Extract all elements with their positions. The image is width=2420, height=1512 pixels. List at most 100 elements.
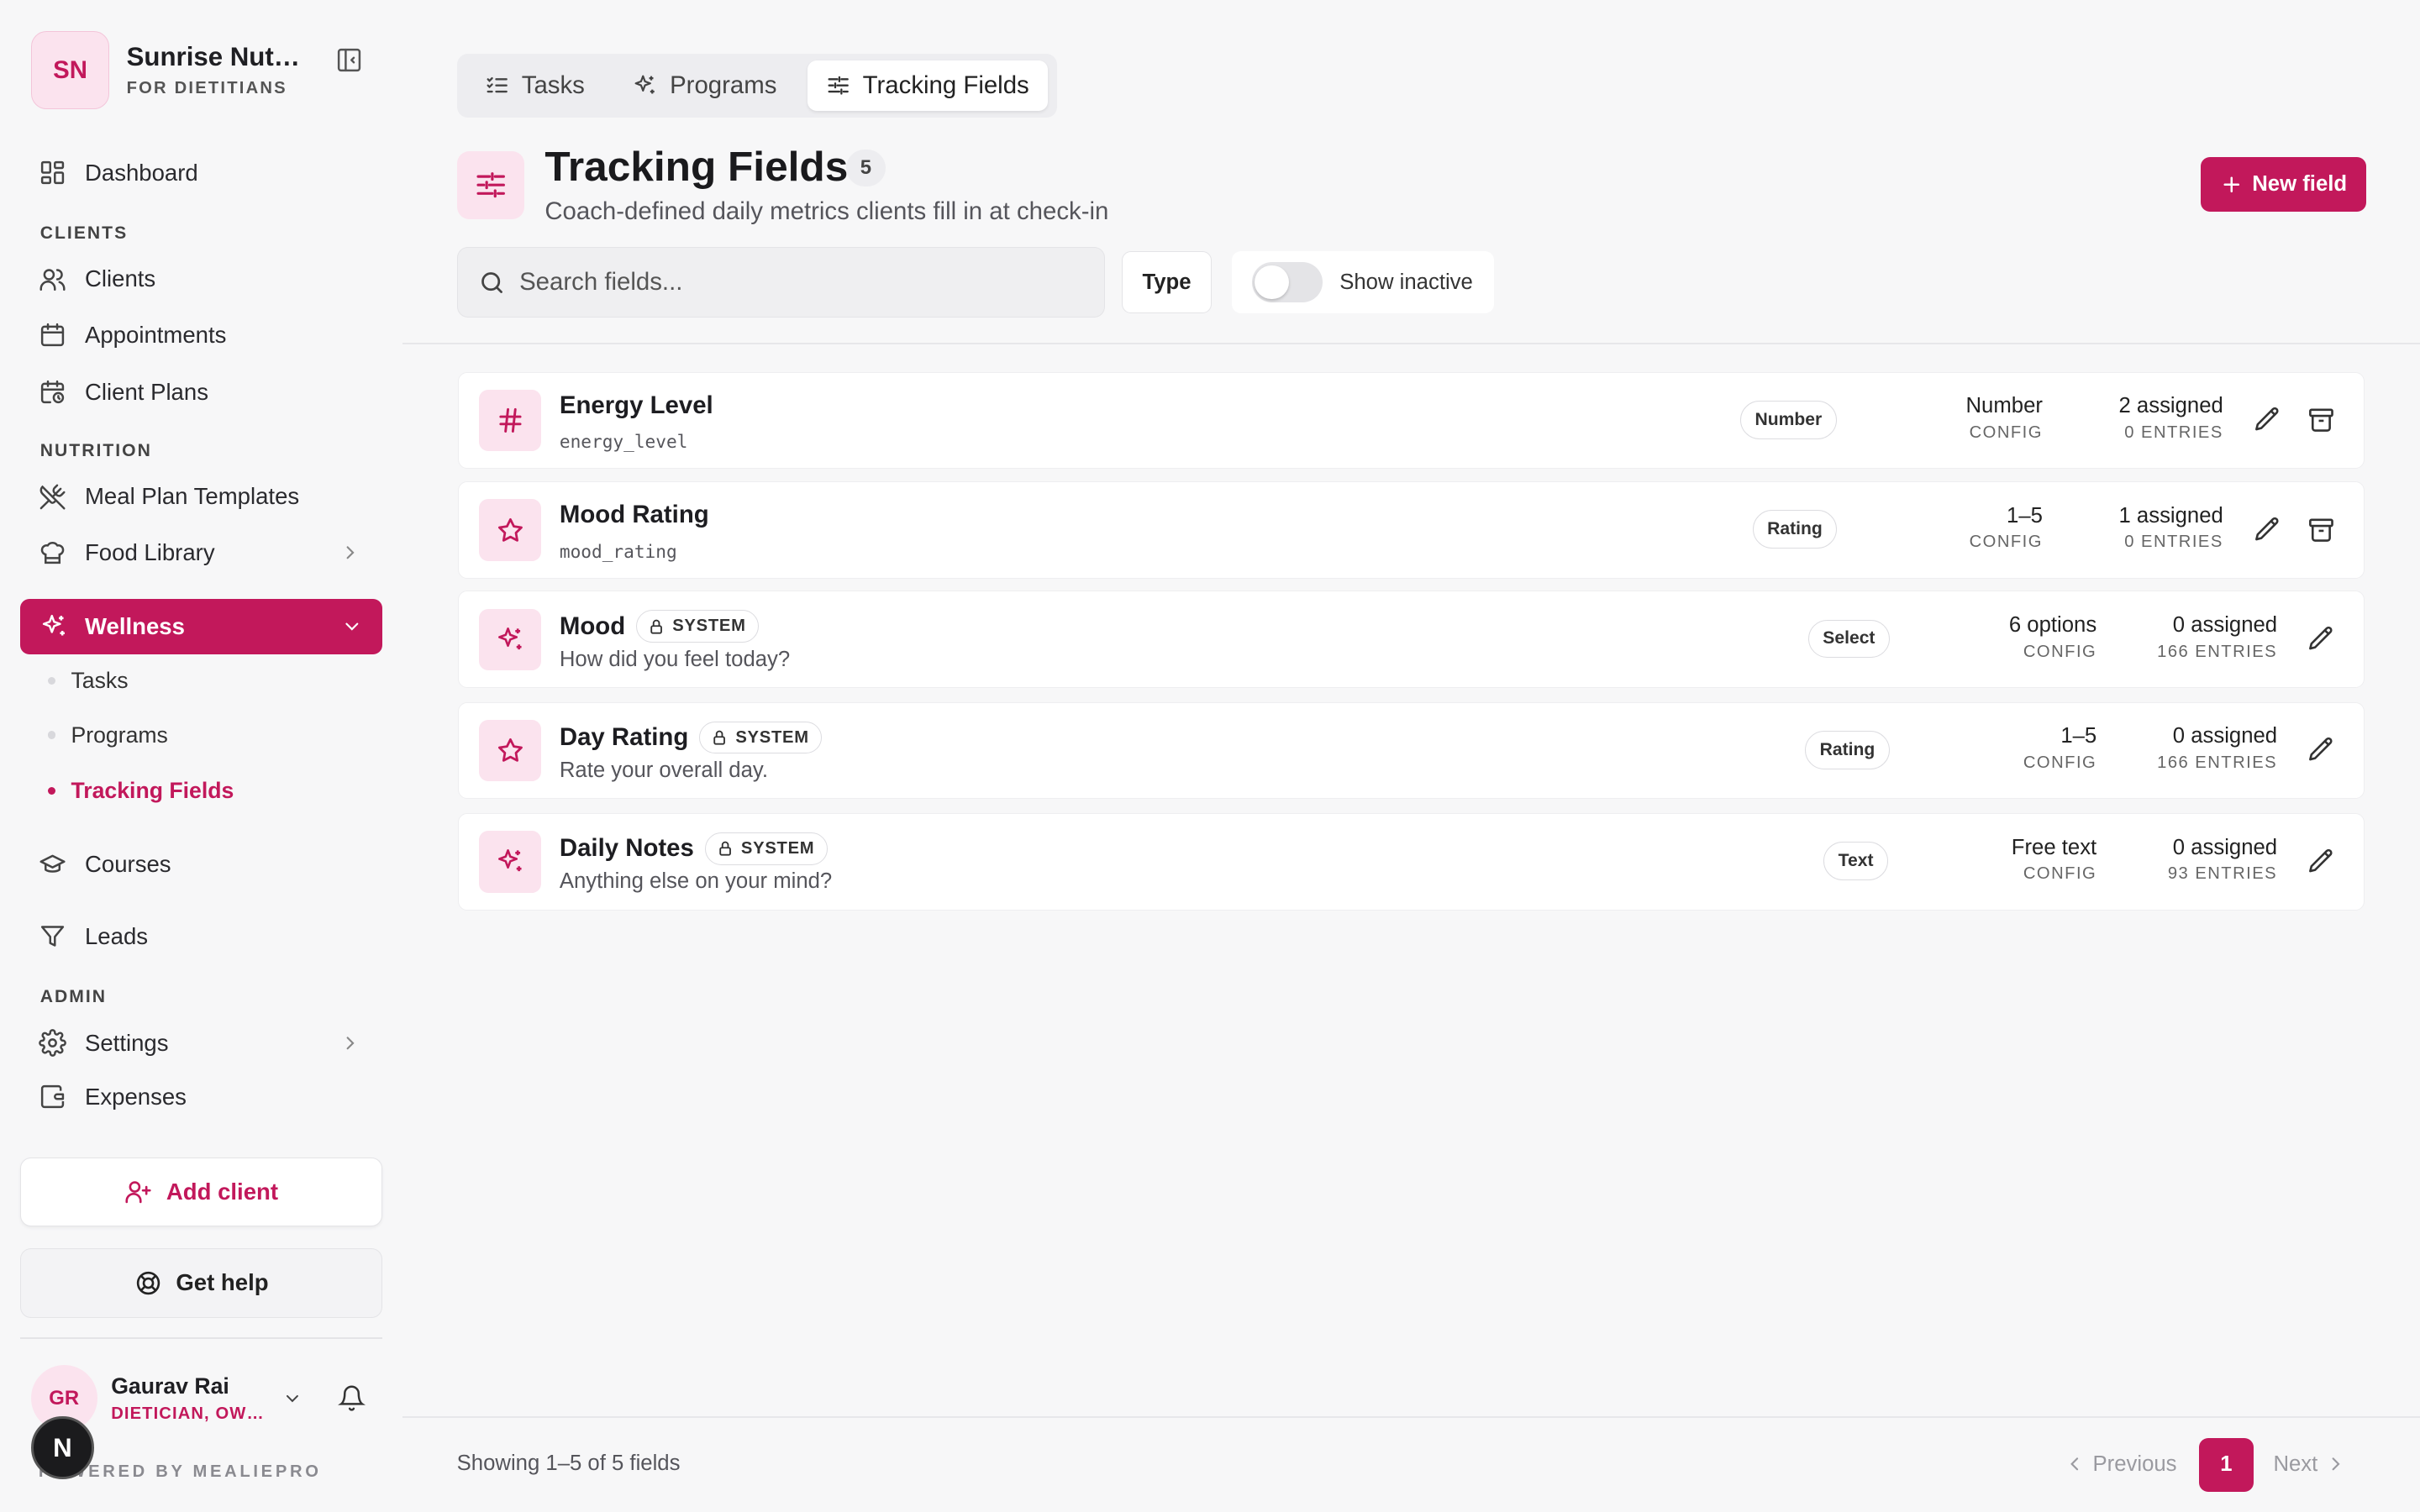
page-1-button[interactable]: 1 (2199, 1437, 2254, 1493)
chevron-down-icon[interactable] (282, 1389, 302, 1409)
nav-food-library[interactable]: Food Library (39, 533, 215, 570)
settings-chevron-icon (346, 1037, 355, 1050)
tab-tracking-fields[interactable]: Tracking Fields (807, 60, 1048, 112)
new-field-button[interactable]: New field (2201, 157, 2366, 212)
field-config: 1–5 (2007, 503, 2043, 528)
type-filter-button[interactable]: Type (1122, 251, 1212, 313)
brand-name: Sunrise Nutrition (126, 42, 309, 72)
tab-programs-label: Programs (670, 71, 777, 99)
page-title: Tracking Fields (544, 142, 849, 190)
tab-tracking-fields-label: Tracking Fields (862, 71, 1029, 99)
new-field-label: New field (2252, 171, 2348, 196)
nav-wellness[interactable]: Wellness (19, 598, 383, 654)
collapse-sidebar-icon[interactable] (335, 46, 363, 74)
chef-hat-icon (39, 538, 66, 566)
previous-page-button[interactable]: Previous (2064, 1438, 2177, 1490)
field-config-label: CONFIG (2023, 864, 2097, 884)
field-type-badge: Select (1807, 619, 1890, 659)
subnav-tasks[interactable]: Tasks (47, 668, 129, 694)
nav-dashboard-label: Dashboard (84, 159, 198, 186)
user-name: Gaurav Rai (111, 1373, 229, 1399)
field-config: 1–5 (2060, 724, 2097, 748)
system-badge-label: SYSTEM (672, 617, 746, 636)
search-input[interactable] (519, 268, 1076, 297)
dev-tools-badge[interactable]: N (30, 1416, 95, 1480)
subnav-programs-label: Programs (71, 722, 168, 748)
field-config: 6 options (2008, 613, 2097, 638)
brand-logo: SN (30, 30, 110, 110)
field-row[interactable]: Mood Rating mood_rating Rating 1–5 CONFIG… (458, 481, 2365, 579)
field-entries: 0 ENTRIES (2124, 533, 2223, 552)
archive-icon[interactable] (2307, 515, 2338, 546)
bell-icon[interactable] (338, 1384, 366, 1412)
field-row[interactable]: Mood SYSTEM How did you feel today? Sele… (458, 591, 2365, 689)
subnav-dot (47, 731, 56, 739)
next-page-button[interactable]: Next (2273, 1438, 2347, 1490)
nav-clients[interactable]: Clients (39, 260, 155, 297)
field-entries: 93 ENTRIES (2167, 864, 2278, 884)
field-key: energy_level (559, 431, 688, 453)
chevron-right-icon (2333, 1457, 2341, 1471)
archive-icon[interactable] (2307, 405, 2338, 436)
edit-icon[interactable] (2253, 515, 2284, 546)
nav-client-plans-label: Client Plans (84, 378, 208, 405)
field-config: Number (1965, 394, 2043, 418)
nav-settings[interactable]: Settings (39, 1025, 169, 1062)
wallet-icon (39, 1083, 66, 1110)
sparkles-icon (42, 615, 65, 636)
nav-dashboard[interactable]: Dashboard (39, 155, 198, 192)
nav-meal-plan-templates[interactable]: Meal Plan Templates (39, 478, 299, 515)
page-subtitle: Coach-defined daily metrics clients fill… (544, 197, 1109, 226)
star-icon (479, 499, 541, 561)
field-config-label: CONFIG (1969, 533, 2043, 552)
edit-icon[interactable] (2307, 624, 2338, 655)
gear-icon (39, 1029, 66, 1057)
field-name: Day Rating (559, 723, 689, 751)
nav-client-plans[interactable]: Client Plans (39, 373, 208, 410)
nav-meal-plan-templates-label: Meal Plan Templates (84, 483, 300, 510)
field-description: Anything else on your mind? (559, 869, 833, 894)
field-type-badge: Text (1823, 841, 1888, 880)
edit-icon[interactable] (2307, 735, 2338, 766)
field-config-label: CONFIG (1969, 423, 2043, 442)
nav-leads[interactable]: Leads (39, 918, 148, 955)
edit-icon[interactable] (2307, 847, 2338, 878)
search-box[interactable] (456, 246, 1106, 318)
field-type-badge: Rating (1805, 730, 1890, 769)
edit-icon[interactable] (2253, 405, 2284, 436)
section-admin: ADMIN (39, 987, 108, 1007)
show-inactive-toggle[interactable] (1251, 262, 1323, 302)
sidebar: SN Sunrise Nutrition FOR DIETITIANS Dash… (0, 0, 402, 1512)
system-badge-label: SYSTEM (740, 838, 815, 858)
subnav-tracking-fields[interactable]: Tracking Fields (47, 778, 234, 804)
section-clients: CLIENTS (39, 223, 129, 244)
field-name: Energy Level (559, 391, 713, 419)
add-client-button[interactable]: Add client (19, 1157, 383, 1227)
nav-food-library-label: Food Library (84, 538, 215, 565)
system-badge-label: SYSTEM (735, 727, 809, 747)
field-config-label: CONFIG (2023, 642, 2097, 661)
tab-tasks[interactable]: Tasks (466, 60, 603, 112)
user-role: DIETICIAN, OWNER (111, 1404, 272, 1423)
tab-programs[interactable]: Programs (614, 60, 795, 112)
users-icon (39, 265, 66, 293)
lock-icon (713, 730, 725, 745)
nav-expenses[interactable]: Expenses (39, 1079, 187, 1116)
star-icon (479, 719, 541, 782)
field-entries: 166 ENTRIES (2157, 753, 2278, 772)
field-assigned: 0 assigned (2172, 724, 2278, 748)
nav-appointments[interactable]: Appointments (39, 317, 226, 354)
field-name: Mood (559, 612, 626, 640)
calendar-icon (39, 321, 66, 349)
field-row[interactable]: Day Rating SYSTEM Rate your overall day.… (458, 701, 2365, 800)
field-row[interactable]: Energy Level energy_level Number Number C… (458, 371, 2365, 470)
sparkles-icon (634, 75, 655, 94)
nav-settings-label: Settings (84, 1029, 169, 1056)
nav-courses[interactable]: Courses (39, 846, 171, 883)
subnav-tasks-label: Tasks (71, 668, 129, 694)
brand[interactable]: SN Sunrise Nutrition FOR DIETITIANS (30, 30, 309, 110)
get-help-button[interactable]: Get help (19, 1247, 383, 1318)
subnav-programs[interactable]: Programs (47, 722, 168, 748)
field-description: Rate your overall day. (559, 758, 768, 782)
field-row[interactable]: Daily Notes SYSTEM Anything else on your… (458, 812, 2365, 911)
